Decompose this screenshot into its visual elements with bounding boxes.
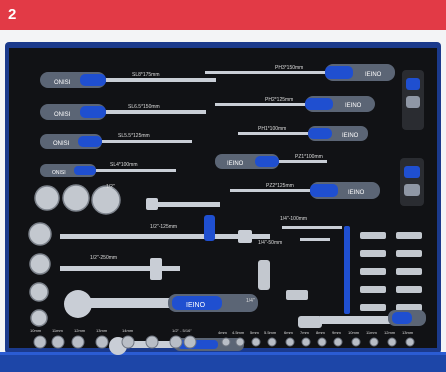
- svg-text:IEINO: IEINO: [345, 103, 362, 109]
- svg-text:1/2" - 5/16": 1/2" - 5/16": [172, 328, 192, 333]
- svg-text:IEINO: IEINO: [186, 302, 206, 309]
- header-bar: 2: [0, 0, 446, 30]
- svg-text:PZ1*100mm: PZ1*100mm: [295, 154, 323, 160]
- svg-text:1/2"-250mm: 1/2"-250mm: [90, 255, 117, 261]
- svg-text:13mm: 13mm: [402, 330, 414, 335]
- svg-text:SL6.5*150mm: SL6.5*150mm: [128, 104, 160, 110]
- svg-text:ONISI: ONISI: [54, 112, 71, 118]
- svg-text:10mm: 10mm: [348, 330, 360, 335]
- svg-text:ONISI: ONISI: [52, 170, 66, 176]
- svg-text:4.5mm: 4.5mm: [232, 330, 245, 335]
- svg-text:SL8*175mm: SL8*175mm: [132, 72, 160, 78]
- svg-text:12mm: 12mm: [384, 330, 396, 335]
- svg-text:SL4*100mm: SL4*100mm: [110, 162, 138, 168]
- svg-text:14mm: 14mm: [122, 328, 134, 333]
- svg-text:PH2*125mm: PH2*125mm: [265, 97, 293, 103]
- svg-text:5mm: 5mm: [250, 330, 260, 335]
- svg-text:12mm: 12mm: [74, 328, 86, 333]
- svg-text:6mm: 6mm: [284, 330, 294, 335]
- svg-text:1/4"-100mm: 1/4"-100mm: [280, 216, 307, 222]
- svg-text:1/2"-125mm: 1/2"-125mm: [150, 224, 177, 230]
- svg-text:4mm: 4mm: [218, 330, 228, 335]
- svg-text:SL5.5*125mm: SL5.5*125mm: [118, 133, 150, 139]
- svg-text:IEINO: IEINO: [227, 161, 244, 167]
- svg-text:ONISI: ONISI: [54, 80, 71, 86]
- svg-text:PH3*150mm: PH3*150mm: [275, 65, 303, 71]
- header-number: 2: [8, 6, 17, 23]
- svg-text:1/2": 1/2": [106, 184, 115, 190]
- svg-text:ONISI: ONISI: [53, 141, 70, 147]
- svg-text:11mm: 11mm: [366, 330, 377, 335]
- svg-text:1/4"-50mm: 1/4"-50mm: [258, 240, 282, 246]
- svg-text:7mm: 7mm: [300, 330, 310, 335]
- svg-text:IEINO: IEINO: [365, 72, 382, 78]
- svg-text:10mm: 10mm: [30, 328, 42, 333]
- svg-text:13mm: 13mm: [96, 328, 108, 333]
- svg-text:1/4": 1/4": [246, 298, 255, 304]
- svg-text:PH1*100mm: PH1*100mm: [258, 126, 286, 132]
- svg-text:IEINO: IEINO: [342, 133, 359, 139]
- svg-text:IEINO: IEINO: [348, 190, 365, 196]
- svg-text:8mm: 8mm: [316, 330, 326, 335]
- toolbox-drawer-photo: ONISI SL8*175mm ONISI SL6.5*150mm ONISI …: [0, 30, 446, 372]
- svg-text:5.5mm: 5.5mm: [264, 330, 277, 335]
- svg-text:PZ2*125mm: PZ2*125mm: [266, 183, 294, 189]
- svg-text:9mm: 9mm: [332, 330, 342, 335]
- svg-text:11mm: 11mm: [52, 328, 63, 333]
